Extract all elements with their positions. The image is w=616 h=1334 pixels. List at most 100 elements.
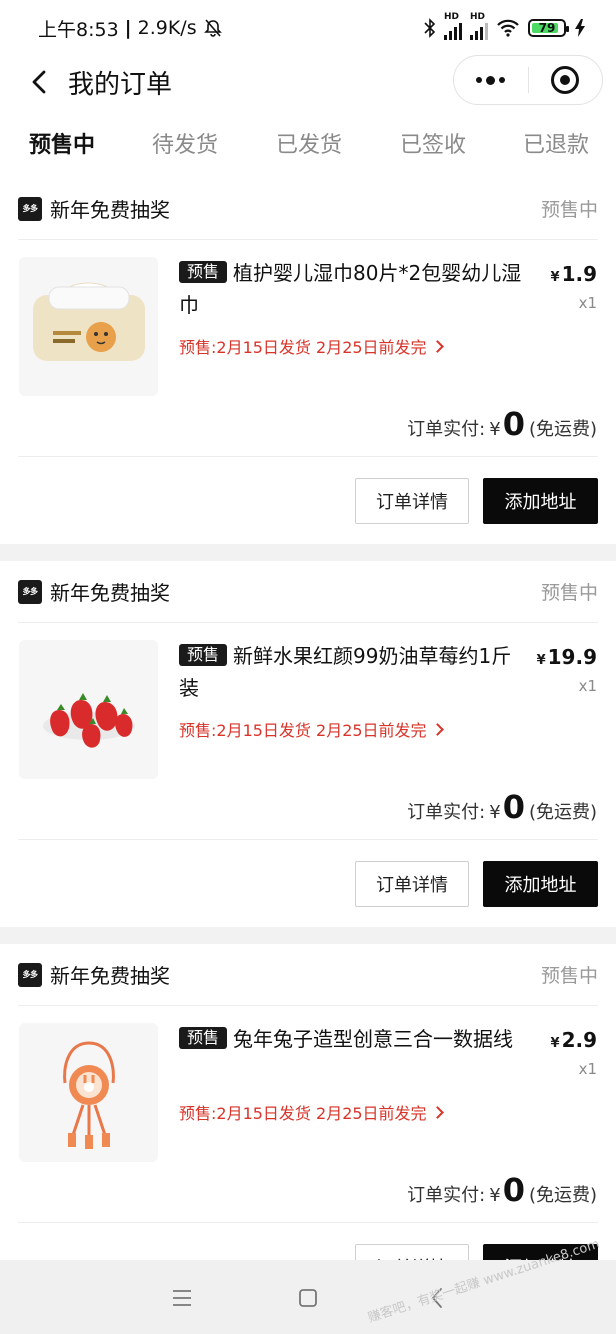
presale-shipping-note[interactable]: 预售:2月15日发货 2月25日前发完 [179,334,444,358]
price-currency: ¥ [550,1036,560,1051]
order-status: 预售中 [540,582,598,604]
more-dots-icon [476,75,506,85]
close-miniprogram-button[interactable] [529,56,603,104]
presale-note-text: 预售:2月15日发货 2月25日前发完 [179,1104,427,1123]
battery-indicator: 79 [528,19,569,37]
product-image-wet-wipes[interactable] [19,257,158,396]
order-card-header: 多多 新年免费抽奖 预售中 [18,178,598,240]
paid-amount: 0 [502,1171,525,1209]
presale-tag: 预售 [179,261,228,283]
product-quantity: x1 [578,1060,597,1078]
order-paid-total: 订单实付: ¥ 0 (免运费) [407,791,597,824]
product-quantity: x1 [578,294,597,312]
add-address-button[interactable]: 添加地址 [483,861,598,907]
page-title: 我的订单 [68,70,173,100]
paid-label: 订单实付: [407,1185,486,1206]
product-image-charging-cable[interactable] [19,1023,158,1162]
more-button[interactable] [454,56,528,104]
tab-label: 已发货 [276,133,343,158]
order-status: 预售中 [540,965,598,987]
battery-level: 79 [538,21,556,35]
shipping-note: (免运费) [528,802,597,823]
product-price: ¥1.9 [551,262,597,286]
product-title-text: 新鲜水果红颜99奶油草莓约1斤装 [179,644,512,700]
wifi-icon [497,19,519,37]
product-quantity: x1 [578,677,597,695]
product-title-text: 植护婴儿湿巾80片*2包婴幼儿湿巾 [179,261,522,317]
signal-1: HD [444,12,462,40]
tab-pending-shipment[interactable]: 待发货 [152,108,218,184]
order-paid-total: 订单实付: ¥ 0 (免运费) [407,1174,597,1207]
status-separator: | [124,17,132,39]
paid-currency: ¥ [489,419,501,440]
bolt-icon [575,19,585,37]
shop-logo: 多多 [18,962,42,987]
chevron-right-icon [430,1105,444,1119]
shop-logo: 多多 [18,579,42,604]
menu-icon[interactable] [170,1286,194,1310]
card-divider [18,839,598,840]
tab-shipped[interactable]: 已发货 [276,108,342,184]
presale-note-text: 预售:2月15日发货 2月25日前发完 [179,721,427,740]
product-title[interactable]: 预售 新鲜水果红颜99奶油草莓约1斤装 [179,640,524,704]
paid-amount: 0 [502,405,525,443]
paid-currency: ¥ [489,1185,501,1206]
paid-label: 订单实付: [407,802,486,823]
paid-currency: ¥ [489,802,501,823]
bell-off-icon [203,19,222,37]
miniprogram-capsule [453,55,603,105]
signal-2: HD [470,12,488,40]
shop-name[interactable]: 新年免费抽奖 [50,577,170,606]
card-divider [18,1222,598,1223]
price-currency: ¥ [536,653,546,668]
shipping-note: (免运费) [528,1185,597,1206]
price-amount: 2.9 [561,1028,597,1052]
hd-label-1: HD [444,12,460,22]
page: 上午8:53 | 2.9K/s HD HD 79 我的订单 预售中 待发货 已发… [0,0,616,1334]
tab-label: 待发货 [152,133,219,158]
order-tabs: 预售中 待发货 已发货 已签收 已退款 [0,108,616,184]
chevron-right-icon [430,339,444,353]
paid-amount: 0 [502,788,525,826]
card-divider [18,456,598,457]
price-amount: 1.9 [561,262,597,286]
product-price: ¥19.9 [537,645,597,669]
order-card: 多多 新年免费抽奖 预售中 预售新鲜水果红颜99奶油草莓约1斤装 ¥ 19.9 … [0,561,616,927]
shop-name[interactable]: 新年免费抽奖 [50,960,170,989]
shipping-note: (免运费) [528,419,597,440]
tab-label: 已退款 [523,133,590,158]
presale-note-text: 预售:2月15日发货 2月25日前发完 [179,338,427,357]
presale-shipping-note[interactable]: 预售:2月15日发货 2月25日前发完 [179,717,444,741]
tab-presale[interactable]: 预售中 [29,108,95,184]
order-detail-button[interactable]: 订单详情 [355,1244,469,1260]
product-title[interactable]: 预售 兔年兔子造型创意三合一数据线 [179,1023,524,1055]
square-icon[interactable] [296,1286,320,1310]
status-time: 上午8:53 [38,18,119,41]
tab-received[interactable]: 已签收 [400,108,466,184]
bluetooth-icon [424,18,436,38]
shop-name[interactable]: 新年免费抽奖 [50,194,170,223]
order-card-header: 多多 新年免费抽奖 预售中 [18,561,598,623]
paid-label: 订单实付: [407,419,486,440]
order-card-header: 多多 新年免费抽奖 预售中 [18,944,598,1006]
presale-tag: 预售 [179,644,228,666]
chevron-right-icon [430,722,444,736]
price-amount: 19.9 [547,645,597,669]
tab-refunded[interactable]: 已退款 [523,108,589,184]
status-bar: 上午8:53 | 2.9K/s HD HD 79 [0,0,616,56]
product-title[interactable]: 预售 植护婴儿湿巾80片*2包婴幼儿湿巾 [179,257,524,321]
order-status: 预售中 [540,199,598,221]
order-detail-button[interactable]: 订单详情 [355,478,469,524]
order-detail-button[interactable]: 订单详情 [355,861,469,907]
nav-bar: 我的订单 [0,55,616,108]
product-image-strawberries[interactable] [19,640,158,779]
target-circle-icon [551,66,580,94]
net-speed: 2.9K/s [137,17,197,39]
hd-label-2: HD [470,12,486,22]
add-address-button[interactable]: 添加地址 [483,478,598,524]
tab-label: 预售中 [29,133,96,158]
chevron-left-icon[interactable] [22,62,62,102]
presale-shipping-note[interactable]: 预售:2月15日发货 2月25日前发完 [179,1100,444,1124]
tab-label: 已签收 [400,133,467,158]
order-card: 多多 新年免费抽奖 预售中 预售 兔年兔子造型创意三合一数据线 ¥2.9 x1 … [0,944,616,1260]
